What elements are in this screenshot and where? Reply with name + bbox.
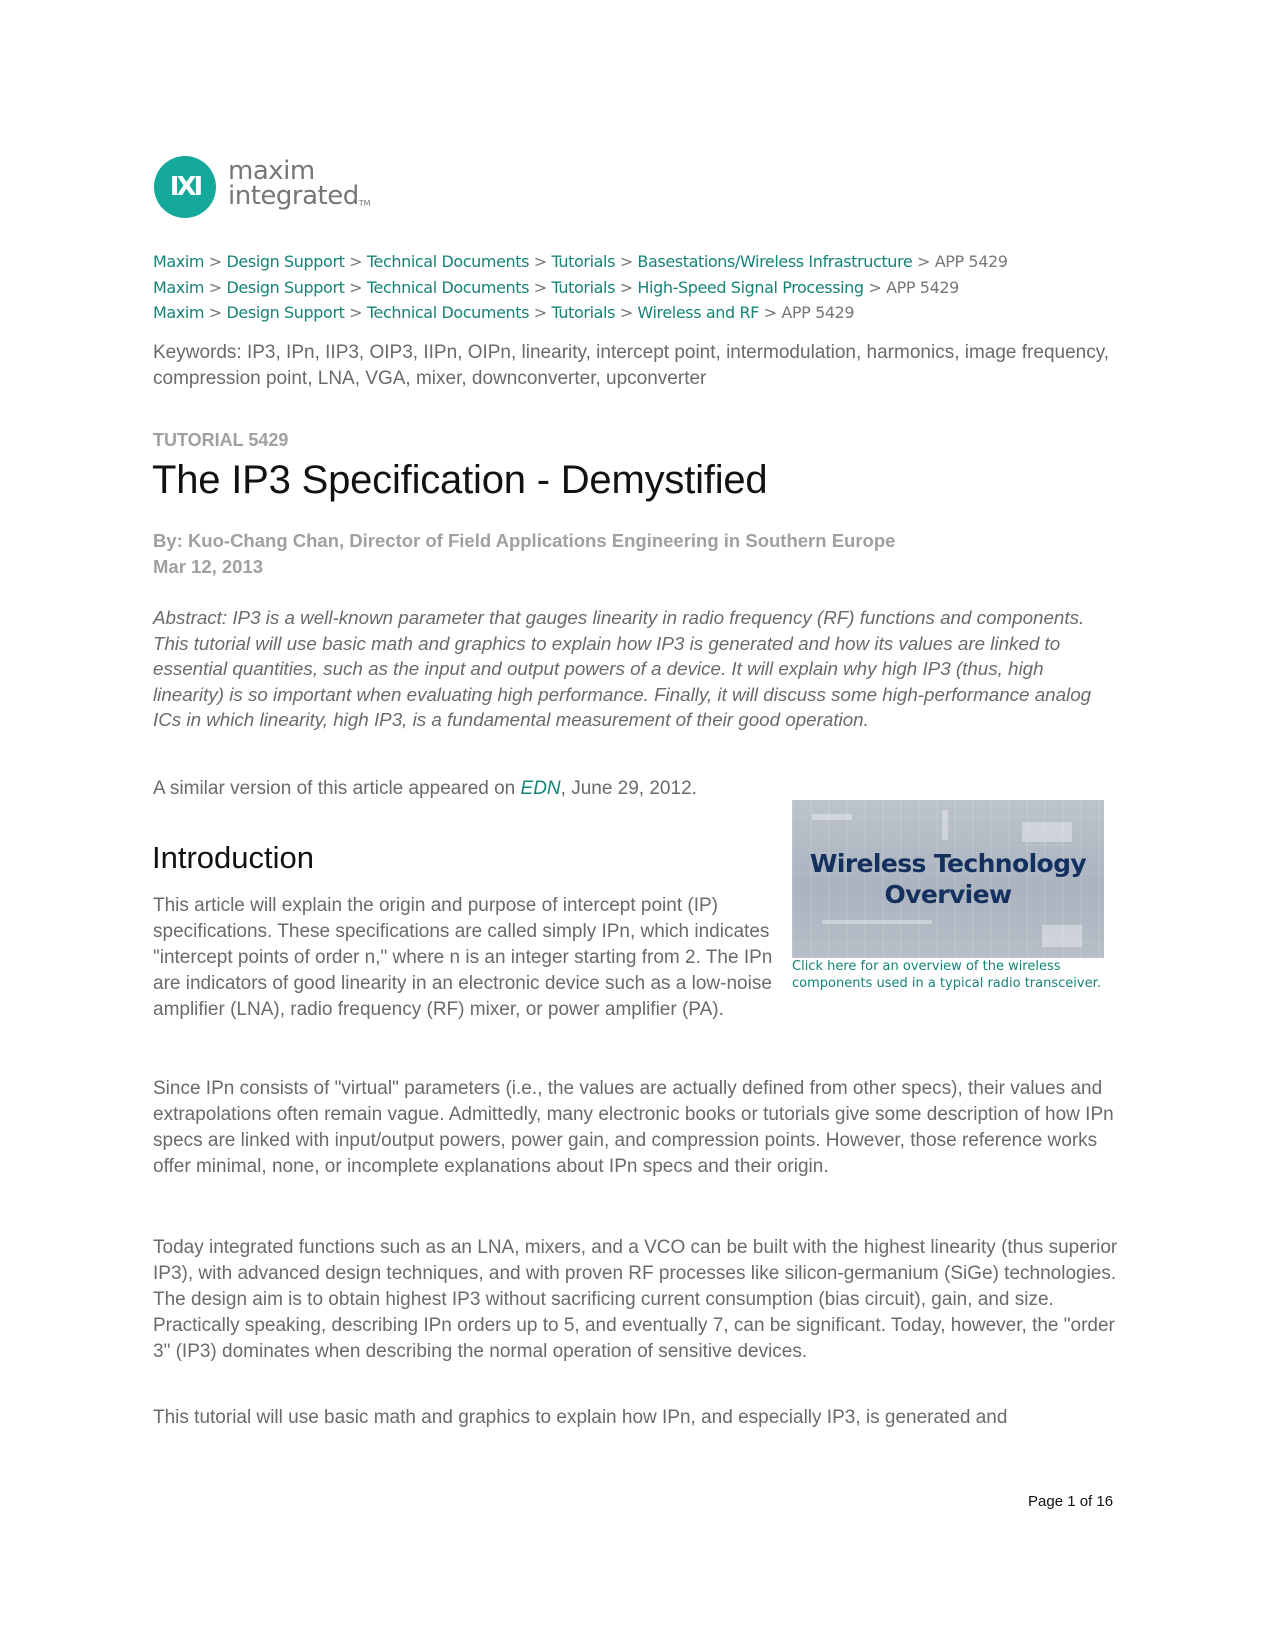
breadcrumb-link[interactable]: High-Speed Signal Processing (637, 278, 864, 297)
breadcrumb-link[interactable]: Technical Documents (367, 303, 530, 322)
breadcrumb-link[interactable]: Design Support (227, 303, 345, 322)
page-number: Page 1 of 16 (1028, 1493, 1114, 1510)
breadcrumb-link[interactable]: Maxim (153, 252, 205, 271)
breadcrumb-link[interactable]: Basestations/Wireless Infrastructure (637, 252, 912, 271)
publish-date: Mar 12, 2013 (153, 556, 264, 577)
breadcrumb-separator: > (758, 303, 782, 322)
breadcrumb-separator: > (863, 277, 887, 297)
breadcrumb-separator: > (912, 252, 935, 271)
logo-wordmark: maxim integratedTM (228, 158, 371, 216)
breadcrumb-separator: > (204, 277, 227, 297)
edn-link[interactable]: EDN (521, 778, 561, 799)
breadcrumb-separator: > (529, 277, 552, 297)
breadcrumb: Maxim > Design Support > Technical Docum… (153, 249, 1008, 275)
paragraph: Since IPn consists of "virtual" paramete… (153, 1078, 1114, 1177)
edn-note: A similar version of this article appear… (153, 778, 697, 800)
breadcrumb-separator: > (529, 303, 552, 322)
breadcrumb-current: APP 5429 (934, 252, 1008, 271)
breadcrumb-link[interactable]: Technical Documents (367, 252, 530, 271)
breadcrumb-link[interactable]: Wireless and RF (637, 303, 759, 322)
keywords: Keywords: IP3, IPn, IIP3, OIP3, IIPn, OI… (153, 342, 1110, 389)
edn-note-suffix: , June 29, 2012. (560, 778, 697, 799)
paragraph: This tutorial will use basic math and gr… (153, 1407, 1008, 1428)
maxim-logo-icon: IXI (154, 156, 216, 218)
circuit-decoration (822, 920, 932, 924)
banner-title-line-2: Overview (884, 880, 1013, 909)
tutorial-label: TUTORIAL 5429 (153, 430, 289, 450)
breadcrumb-link[interactable]: Design Support (227, 252, 345, 271)
circuit-decoration (812, 814, 852, 820)
breadcrumb-separator: > (344, 252, 367, 271)
breadcrumb-separator: > (204, 303, 227, 322)
paragraph: Today integrated functions such as an LN… (153, 1237, 1118, 1362)
breadcrumb-separator: > (204, 252, 227, 271)
breadcrumb-separator: > (615, 303, 638, 322)
circuit-decoration (1042, 925, 1082, 947)
breadcrumb-link[interactable]: Tutorials (551, 278, 615, 297)
breadcrumb-link[interactable]: Tutorials (551, 252, 615, 271)
paragraph: This article will explain the origin and… (153, 895, 773, 1020)
breadcrumb-separator: > (615, 277, 638, 297)
breadcrumb: Maxim > Design Support > Technical Docum… (153, 300, 1008, 326)
introduction-heading: Introduction (152, 840, 314, 875)
abstract: Abstract: IP3 is a well-known parameter … (153, 607, 1092, 730)
breadcrumb-separator: > (529, 252, 552, 271)
breadcrumb-current: APP 5429 (886, 277, 959, 297)
circuit-decoration (942, 810, 948, 840)
banner-caption-link[interactable]: Click here for an overview of the wirele… (792, 959, 1104, 992)
wireless-overview-banner[interactable]: Wireless Technology Overview (792, 800, 1104, 958)
breadcrumb-link[interactable]: Maxim (153, 278, 205, 297)
breadcrumb-link[interactable]: Maxim (153, 303, 205, 322)
breadcrumbs: Maxim > Design Support > Technical Docum… (153, 249, 1008, 326)
banner-title-line-1: Wireless Technology (809, 849, 1087, 878)
author-byline: By: Kuo-Chang Chan, Director of Field Ap… (153, 530, 896, 551)
edn-note-prefix: A similar version of this article appear… (153, 778, 521, 799)
breadcrumb-separator: > (615, 252, 638, 271)
page-title: The IP3 Specification - Demystified (152, 458, 768, 502)
breadcrumb-separator: > (344, 277, 367, 297)
breadcrumb: Maxim > Design Support > Technical Docum… (153, 275, 1008, 301)
trademark-mark: TM (358, 198, 371, 208)
byline-block: By: Kuo-Chang Chan, Director of Field Ap… (153, 528, 895, 580)
breadcrumb-link[interactable]: Technical Documents (367, 278, 530, 297)
breadcrumb-link[interactable]: Tutorials (551, 303, 615, 322)
breadcrumb-current: APP 5429 (781, 303, 855, 322)
breadcrumb-link[interactable]: Design Support (227, 278, 345, 297)
circuit-decoration (1022, 822, 1072, 842)
maxim-logo[interactable]: IXI maxim integratedTM (154, 154, 371, 220)
logo-line-2: integrated (228, 180, 359, 211)
breadcrumb-separator: > (344, 303, 367, 322)
